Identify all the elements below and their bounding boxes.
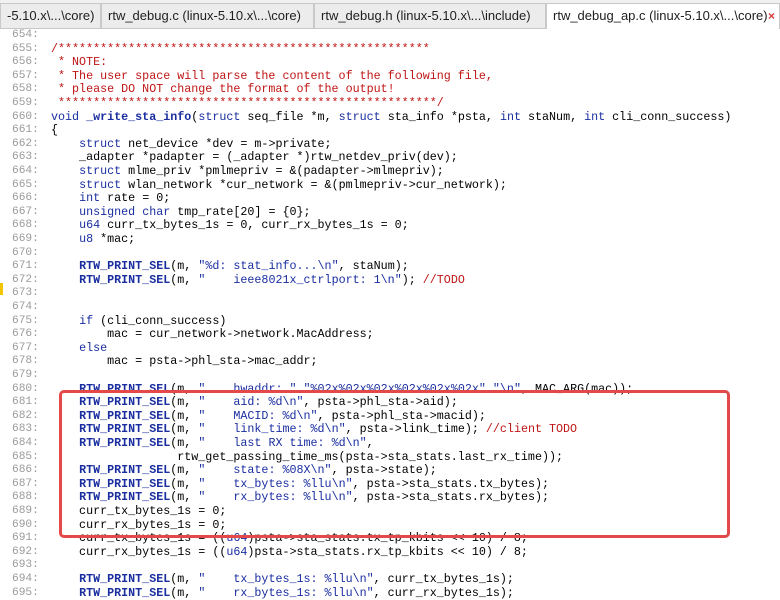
line-number: 679:: [12, 369, 39, 381]
line-number: 680:: [12, 382, 39, 395]
line-number: 675:: [12, 314, 39, 327]
line-number: 683:: [12, 423, 39, 436]
line-number: 685:: [12, 450, 39, 463]
line-text: RTW_PRINT_SEL(m, " rx_bytes_1s: %llu\n",…: [79, 585, 514, 600]
line-text: {: [51, 123, 59, 138]
line-text: RTW_PRINT_SEL(m, " tx_bytes_1s: %llu\n",…: [79, 572, 514, 586]
line-text: unsigned char tmp_rate[20] = {0};: [79, 204, 311, 219]
line-text: int rate = 0;: [79, 191, 171, 206]
line-number: 688:: [12, 491, 39, 504]
line-text: ****************************************…: [51, 96, 444, 110]
line-number: 660:: [12, 110, 39, 123]
line-text: RTW_PRINT_SEL(m, "%d: stat_info...\n", s…: [79, 259, 409, 274]
line-number: 691:: [12, 532, 39, 545]
line-number: 654:: [12, 29, 39, 41]
line-number: 667:: [12, 205, 39, 218]
line-number: 677:: [12, 341, 39, 354]
line-number: 670:: [12, 246, 39, 259]
change-marker: [0, 283, 3, 295]
line-text: * The user space will parse the content …: [51, 68, 493, 83]
line-number: 695:: [12, 586, 39, 599]
line-text: struct net_device *dev = m->private;: [79, 136, 332, 151]
line-number: 655:: [12, 42, 39, 55]
line-text: mac = cur_network->network.MacAddress;: [51, 327, 374, 342]
line-text: struct wlan_network *cur_network = &(pml…: [79, 177, 507, 192]
line-text: mac = psta->phl_sta->mac_addr;: [51, 354, 318, 369]
line-number: 658:: [12, 83, 39, 96]
line-number: 689:: [12, 505, 39, 517]
line-text: * NOTE:: [51, 55, 108, 70]
highlight-box: [59, 390, 730, 538]
tab-label: -5.10.x\...\core): [7, 8, 95, 23]
line-number: 666:: [12, 192, 39, 205]
line-text: * please DO NOT change the format of the…: [51, 82, 395, 97]
line-text: u64 curr_tx_bytes_1s = 0, curr_rx_bytes_…: [79, 218, 409, 233]
line-number: 673:: [12, 287, 39, 300]
line-number: 678:: [12, 355, 39, 368]
line-number: 682:: [12, 409, 39, 422]
line-number: 659:: [12, 97, 39, 109]
line-number: 674:: [12, 301, 39, 313]
line-number: 657:: [12, 69, 39, 82]
line-number: 671:: [12, 260, 39, 273]
tab-core-partial[interactable]: -5.10.x\...\core): [0, 3, 101, 28]
line-number: 669:: [12, 233, 39, 245]
line-number: 665:: [12, 178, 39, 191]
tab-bar: -5.10.x\...\core) rtw_debug.c (linux-5.1…: [0, 0, 780, 29]
line-text: if (cli_conn_success): [79, 313, 227, 328]
line-number: 656:: [12, 56, 39, 69]
line-number: 687:: [12, 477, 39, 490]
line-number: 694:: [12, 573, 39, 585]
line-text: void _write_sta_info(struct seq_file *m,…: [51, 109, 732, 124]
tab-rtw-debug-h[interactable]: rtw_debug.h (linux-5.10.x\...\include): [314, 3, 546, 28]
code-editor[interactable]: 654: 655: /*******************************…: [0, 29, 780, 599]
line-text: _adapter *padapter = (_adapter *)rtw_net…: [51, 150, 458, 165]
line-text: else: [79, 340, 108, 355]
line-number: 684:: [12, 437, 39, 449]
line-text: struct mlme_priv *pmlmepriv = &(padapter…: [79, 164, 444, 178]
line-number: 692:: [12, 545, 39, 558]
line-text: /***************************************…: [51, 41, 430, 56]
line-number: 693:: [12, 559, 39, 572]
line-number: 676:: [12, 328, 39, 341]
line-number: 664:: [12, 165, 39, 177]
line-number: 661:: [12, 124, 39, 137]
close-tab-icon[interactable]: ×: [768, 4, 775, 28]
tab-label: rtw_debug_ap.c (linux-5.10.x\...\core): [553, 8, 768, 23]
tab-label: rtw_debug.c (linux-5.10.x\...\core): [108, 8, 301, 23]
line-number: 686:: [12, 464, 39, 477]
line-text: u8 *mac;: [79, 232, 136, 246]
tab-label: rtw_debug.h (linux-5.10.x\...\include): [321, 8, 531, 23]
line-number: 690:: [12, 518, 39, 531]
line-text: RTW_PRINT_SEL(m, " ieee8021x_ctrlport: 1…: [79, 272, 465, 287]
line-number: 681:: [12, 396, 39, 409]
line-number: 672:: [12, 273, 39, 286]
line-number: 663:: [12, 151, 39, 164]
tab-rtw-debug-c[interactable]: rtw_debug.c (linux-5.10.x\...\core): [101, 3, 314, 28]
tab-rtw-debug-ap-c[interactable]: rtw_debug_ap.c (linux-5.10.x\...\core) ×: [546, 3, 780, 29]
line-text: curr_rx_bytes_1s = ((u64)psta->sta_stats…: [51, 544, 528, 559]
line-number: 668:: [12, 219, 39, 232]
line-number: 662:: [12, 137, 39, 150]
